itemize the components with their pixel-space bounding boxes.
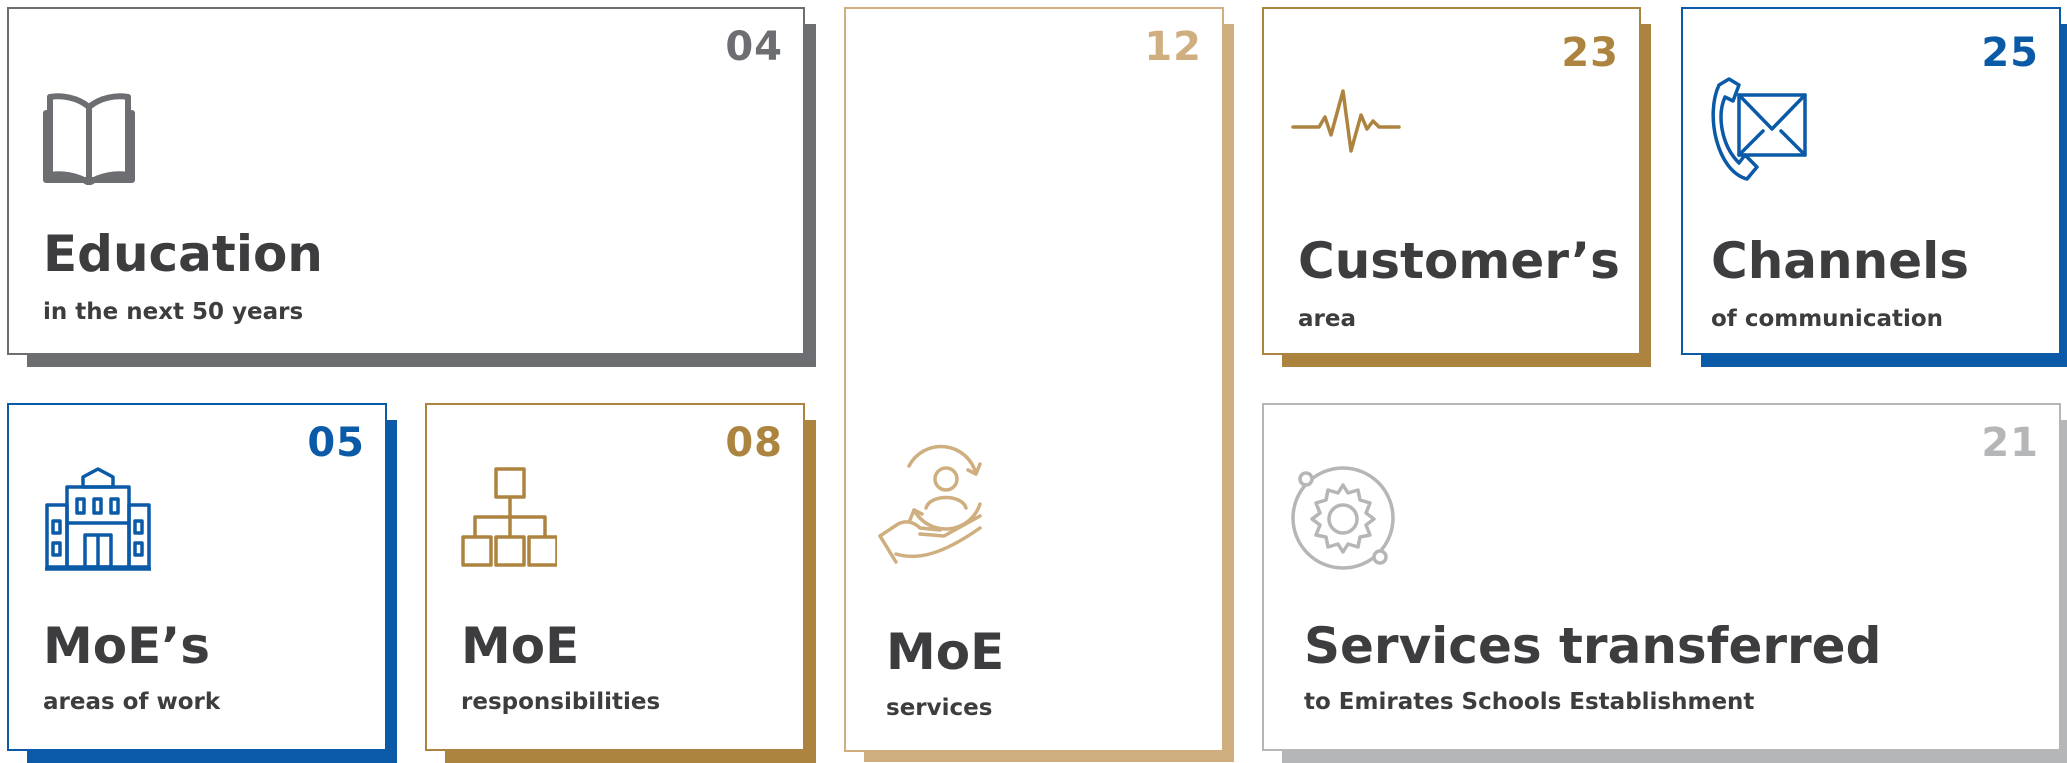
heartbeat-pulse-icon	[1291, 85, 1401, 155]
gear-cycle-icon	[1288, 463, 1404, 579]
card-number: 04	[725, 24, 783, 70]
card-number: 08	[725, 420, 783, 466]
card-education[interactable]: 04 Education in the next 50 years	[7, 7, 805, 355]
card-number: 05	[307, 420, 365, 466]
org-chart-icon	[461, 465, 557, 569]
card-title: Services transferred	[1304, 617, 1882, 675]
school-building-icon	[43, 465, 153, 571]
card-number: 23	[1561, 30, 1619, 76]
card-subtitle: services	[886, 695, 993, 721]
card-subtitle: area	[1298, 306, 1356, 332]
card-title: Customer’s	[1298, 232, 1620, 290]
card-title: MoE’s	[43, 617, 211, 675]
open-book-icon	[43, 85, 135, 185]
card-subtitle: to Emirates Schools Establishment	[1304, 689, 1755, 715]
phone-envelope-icon	[1707, 75, 1811, 183]
card-title: Channels	[1711, 232, 1970, 290]
card-subtitle: responsibilities	[461, 689, 661, 715]
card-subtitle: areas of work	[43, 689, 221, 715]
hand-user-cycle-icon	[876, 444, 992, 576]
card-number: 12	[1144, 24, 1202, 70]
card-number: 21	[1981, 420, 2039, 466]
card-areas-of-work[interactable]: 05 MoE’s areas of work	[7, 403, 387, 751]
card-customers[interactable]: 23 Customer’s area	[1262, 7, 1641, 355]
card-subtitle: in the next 50 years	[43, 299, 304, 325]
card-responsibilities[interactable]: 08 MoE responsibilities	[425, 403, 805, 751]
card-title: MoE	[886, 623, 1005, 681]
card-subtitle: of communication	[1711, 306, 1944, 332]
card-services-transferred[interactable]: 21 Services transferred to Emirates Scho…	[1262, 403, 2061, 751]
card-title: MoE	[461, 617, 580, 675]
card-services[interactable]: 12 MoE services	[844, 7, 1224, 752]
card-channels[interactable]: 25 Channels of communication	[1681, 7, 2061, 355]
card-title: Education	[43, 225, 323, 283]
card-number: 25	[1981, 30, 2039, 76]
